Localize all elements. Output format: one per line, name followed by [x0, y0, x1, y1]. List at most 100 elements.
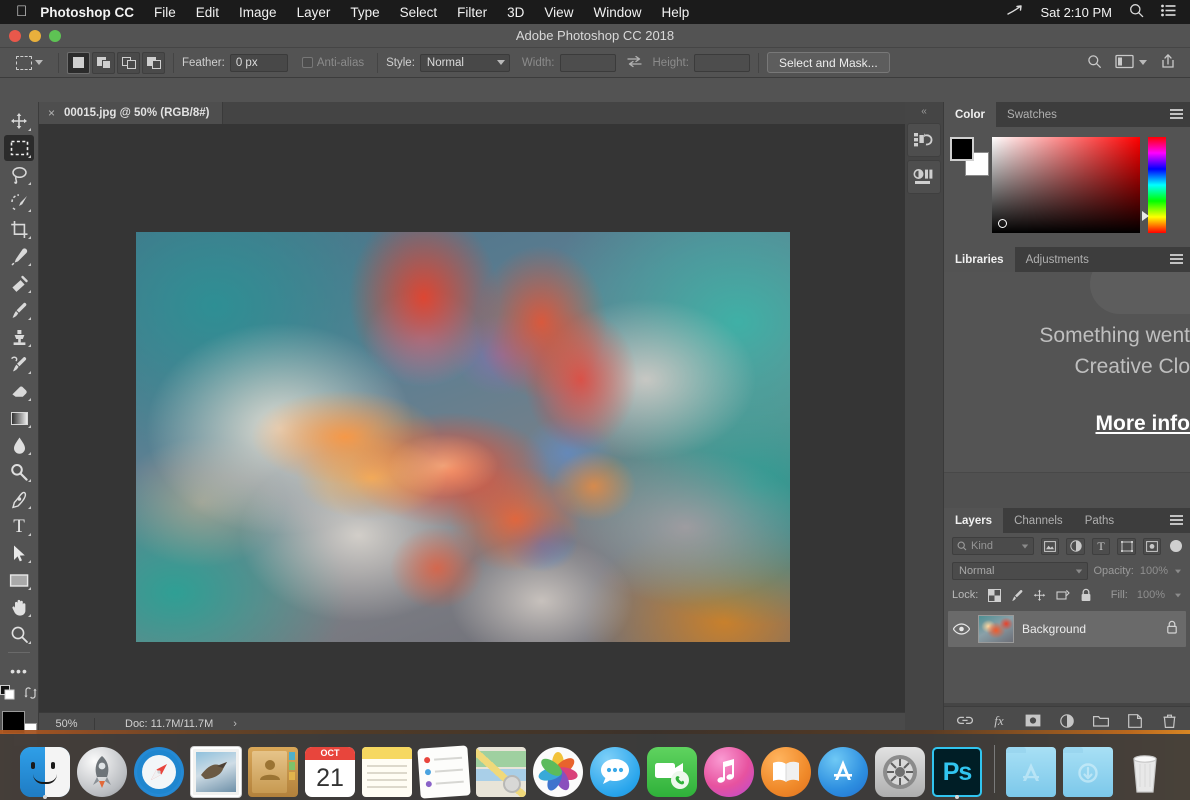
dock-item-downloads-folder[interactable]	[1061, 739, 1116, 797]
lock-image-pixels-icon[interactable]	[1010, 588, 1024, 602]
search-icon[interactable]	[1087, 54, 1102, 72]
tab-adjustments[interactable]: Adjustments	[1015, 247, 1100, 272]
notification-center-icon[interactable]	[1161, 4, 1176, 20]
lock-artboard-icon[interactable]	[1056, 588, 1070, 602]
swap-colors-icon[interactable]	[24, 686, 38, 705]
eyedropper-tool[interactable]	[4, 243, 34, 269]
menu-item-filter[interactable]: Filter	[457, 5, 487, 20]
layer-filter-kind-select[interactable]: Kind	[952, 537, 1034, 555]
dock-item-safari[interactable]	[132, 739, 187, 797]
minimize-window-button[interactable]	[29, 30, 41, 42]
move-tool[interactable]	[4, 108, 34, 134]
siri-icon[interactable]	[1006, 4, 1023, 21]
fill-stepper-icon[interactable]	[1174, 593, 1181, 597]
maximize-window-button[interactable]	[49, 30, 61, 42]
rectangle-tool[interactable]	[4, 567, 34, 593]
dock-item-system-preferences[interactable]	[873, 739, 928, 797]
dock-item-trash[interactable]	[1118, 739, 1173, 797]
filter-shape-icon[interactable]	[1117, 537, 1136, 555]
dock-item-launchpad[interactable]	[75, 739, 130, 797]
color-panel-menu-icon[interactable]	[1170, 109, 1183, 121]
select-and-mask-button[interactable]: Select and Mask...	[766, 52, 890, 73]
default-colors-icon[interactable]	[0, 685, 15, 705]
menu-item-select[interactable]: Select	[400, 5, 438, 20]
dock-item-notes[interactable]	[360, 739, 415, 797]
dock-item-maps[interactable]	[474, 739, 529, 797]
add-layer-mask-icon[interactable]	[1025, 713, 1041, 729]
menu-app-name[interactable]: Photoshop CC	[40, 5, 134, 20]
dock-item-photoshop[interactable]: Ps	[930, 739, 985, 799]
menu-item-edit[interactable]: Edit	[196, 5, 219, 20]
width-input[interactable]	[559, 53, 616, 72]
hue-slider[interactable]	[1148, 137, 1166, 233]
active-tool-preset-picker[interactable]	[6, 55, 50, 70]
delete-layer-icon[interactable]	[1161, 713, 1177, 729]
opacity-value[interactable]: 100%	[1140, 565, 1168, 577]
color-picker-field[interactable]	[992, 137, 1149, 233]
status-expand-icon[interactable]: ›	[233, 718, 237, 730]
dock-item-facetime[interactable]	[645, 739, 700, 797]
add-to-selection-button[interactable]	[92, 51, 115, 74]
dock-item-contacts[interactable]	[246, 739, 301, 797]
filter-enable-toggle[interactable]	[1170, 540, 1182, 552]
zoom-tool[interactable]	[4, 621, 34, 647]
menu-item-type[interactable]: Type	[350, 5, 379, 20]
crop-tool[interactable]	[4, 216, 34, 242]
menu-item-layer[interactable]: Layer	[297, 5, 331, 20]
dock-item-reminders[interactable]	[417, 739, 472, 799]
dodge-tool[interactable]	[4, 459, 34, 485]
link-layers-icon[interactable]	[957, 713, 973, 729]
tab-layers[interactable]: Layers	[944, 508, 1004, 533]
blend-mode-select[interactable]: Normal	[952, 562, 1088, 580]
document-tab[interactable]: × 00015.jpg @ 50% (RGB/8#)	[39, 102, 224, 124]
lock-transparent-pixels-icon[interactable]	[987, 588, 1001, 602]
menu-item-view[interactable]: View	[544, 5, 573, 20]
filter-smart-object-icon[interactable]	[1142, 537, 1162, 555]
brush-tool[interactable]	[4, 297, 34, 323]
menu-item-window[interactable]: Window	[593, 5, 641, 20]
menu-item-help[interactable]: Help	[661, 5, 689, 20]
quick-selection-tool[interactable]	[4, 189, 34, 215]
image-canvas[interactable]	[136, 232, 790, 642]
tab-channels[interactable]: Channels	[1003, 508, 1074, 533]
menu-item-image[interactable]: Image	[239, 5, 277, 20]
share-icon[interactable]	[1160, 53, 1176, 72]
filter-type-icon[interactable]: T	[1091, 537, 1111, 555]
path-selection-tool[interactable]	[4, 540, 34, 566]
subtract-from-selection-button[interactable]	[117, 51, 140, 74]
gradient-tool[interactable]	[4, 405, 34, 431]
tab-swatches[interactable]: Swatches	[996, 102, 1068, 127]
rectangular-marquee-tool[interactable]	[4, 135, 34, 161]
expand-panels-icon[interactable]: «	[905, 102, 943, 120]
dock-item-app-store[interactable]	[816, 739, 871, 797]
tab-paths[interactable]: Paths	[1074, 508, 1125, 533]
blur-tool[interactable]	[4, 432, 34, 458]
chevron-down-icon[interactable]	[1139, 60, 1147, 65]
hand-tool[interactable]	[4, 594, 34, 620]
layer-visibility-icon[interactable]	[952, 623, 970, 635]
more-info-link[interactable]: More info	[944, 412, 1190, 436]
spot-healing-brush-tool[interactable]	[4, 270, 34, 296]
opacity-stepper-icon[interactable]	[1175, 569, 1181, 573]
new-selection-button[interactable]	[67, 51, 90, 74]
lock-position-icon[interactable]	[1033, 588, 1047, 602]
height-input[interactable]	[693, 53, 750, 72]
history-brush-tool[interactable]	[4, 351, 34, 377]
anti-alias-checkbox[interactable]	[301, 57, 313, 68]
feather-input[interactable]: 0 px	[229, 53, 288, 72]
eraser-tool[interactable]	[4, 378, 34, 404]
clone-stamp-tool[interactable]	[4, 324, 34, 350]
color-panel-foreground-swatch[interactable]	[950, 137, 974, 161]
close-icon[interactable]: ×	[48, 106, 55, 120]
dock-item-calendar[interactable]: OCT 21	[303, 739, 358, 797]
close-window-button[interactable]	[9, 30, 21, 42]
horizontal-type-tool[interactable]: T	[4, 513, 34, 539]
dock-item-itunes[interactable]	[702, 739, 757, 797]
zoom-level[interactable]: 50%	[39, 717, 95, 730]
dock-item-photos[interactable]	[531, 739, 586, 797]
layer-style-fx-icon[interactable]: fx	[991, 713, 1007, 729]
tab-color[interactable]: Color	[944, 102, 997, 127]
apple-menu-icon[interactable]: 	[10, 4, 40, 21]
properties-panel-icon[interactable]	[907, 160, 941, 194]
new-adjustment-layer-icon[interactable]	[1059, 713, 1075, 729]
